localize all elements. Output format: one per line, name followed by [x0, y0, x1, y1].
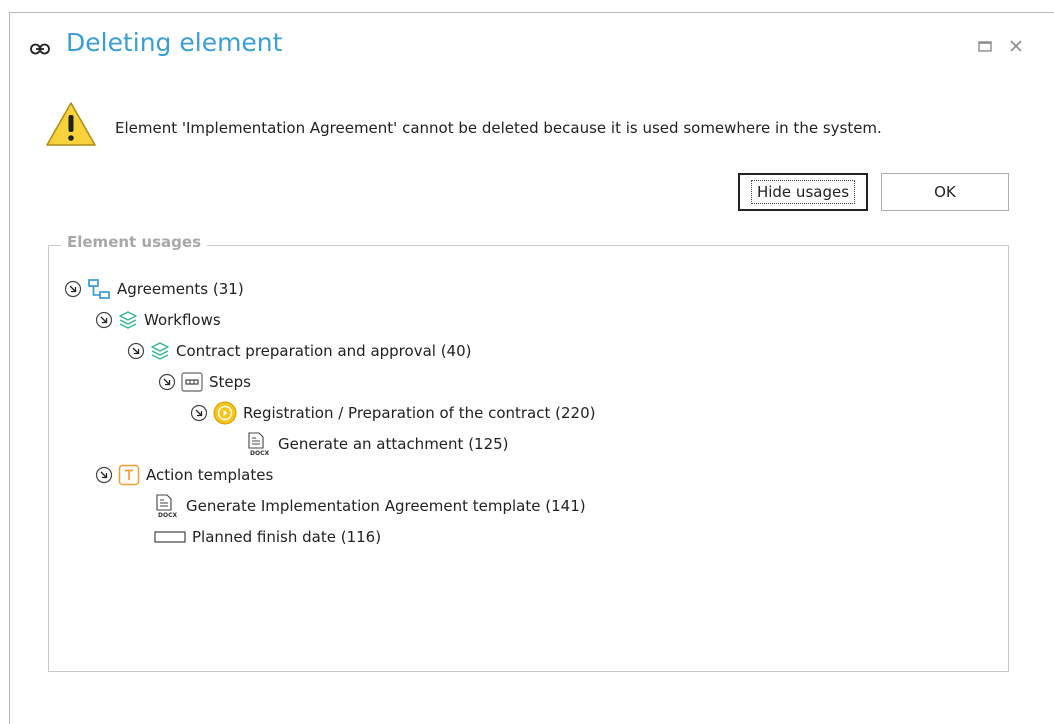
tree-item-label: Workflows — [144, 311, 221, 329]
tree-item-label: Generate an attachment (125) — [278, 435, 509, 453]
element-usages-legend: Element usages — [61, 233, 208, 251]
tree-item-label: Contract preparation and approval (40) — [176, 342, 472, 360]
field-icon — [154, 531, 186, 543]
play-step-icon — [213, 401, 237, 425]
hide-usages-label: Hide usages — [750, 180, 856, 204]
close-icon[interactable] — [1006, 36, 1026, 56]
error-message: Element 'Implementation Agreement' canno… — [115, 119, 882, 137]
collapse-toggle-icon[interactable] — [95, 466, 113, 484]
tree-item-planned-finish-date[interactable]: Planned finish date (116) — [154, 524, 381, 550]
collapse-toggle-icon[interactable] — [190, 404, 208, 422]
template-t-icon — [118, 464, 140, 486]
warning-icon — [46, 102, 96, 146]
tree-item-label: Generate Implementation Agreement templa… — [186, 497, 586, 515]
tree-item-generate-attachment[interactable]: DOCX Generate an attachment (125) — [246, 431, 509, 457]
docx-template-icon: DOCX — [156, 494, 177, 518]
tree-item-label: Registration / Preparation of the contra… — [243, 404, 596, 422]
link-icon — [30, 43, 50, 55]
tree-item-action-templates[interactable]: Action templates — [95, 462, 273, 488]
maximize-icon[interactable] — [976, 36, 996, 56]
tree-item-contract-preparation[interactable]: Contract preparation and approval (40) — [127, 338, 472, 364]
dialog-title: Deleting element — [66, 28, 283, 57]
process-icon — [88, 279, 110, 299]
hide-usages-button[interactable]: Hide usages — [738, 173, 868, 211]
tree-item-workflows[interactable]: Workflows — [95, 307, 221, 333]
tree-item-label: Planned finish date (116) — [192, 528, 382, 546]
tree-item-label: Steps — [209, 373, 251, 391]
tree-item-generate-implementation-template[interactable]: DOCX Generate Implementation Agreement t… — [154, 493, 586, 519]
svg-text:DOCX: DOCX — [250, 450, 269, 456]
collapse-toggle-icon[interactable] — [64, 280, 82, 298]
tree-item-steps[interactable]: Steps — [158, 369, 251, 395]
svg-text:DOCX: DOCX — [158, 512, 177, 518]
docx-template-icon: DOCX — [248, 432, 269, 456]
collapse-toggle-icon[interactable] — [127, 342, 145, 360]
tree-item-registration-step[interactable]: Registration / Preparation of the contra… — [190, 400, 595, 426]
tree-item-label: Action templates — [146, 466, 274, 484]
ok-button[interactable]: OK — [881, 173, 1009, 211]
steps-icon — [181, 372, 203, 392]
collapse-toggle-icon[interactable] — [158, 373, 176, 391]
tree-item-agreements[interactable]: Agreements (31) — [64, 276, 244, 302]
layers-icon — [119, 311, 137, 329]
layers-icon — [151, 342, 169, 360]
tree-item-label: Agreements (31) — [117, 280, 244, 298]
collapse-toggle-icon[interactable] — [95, 311, 113, 329]
